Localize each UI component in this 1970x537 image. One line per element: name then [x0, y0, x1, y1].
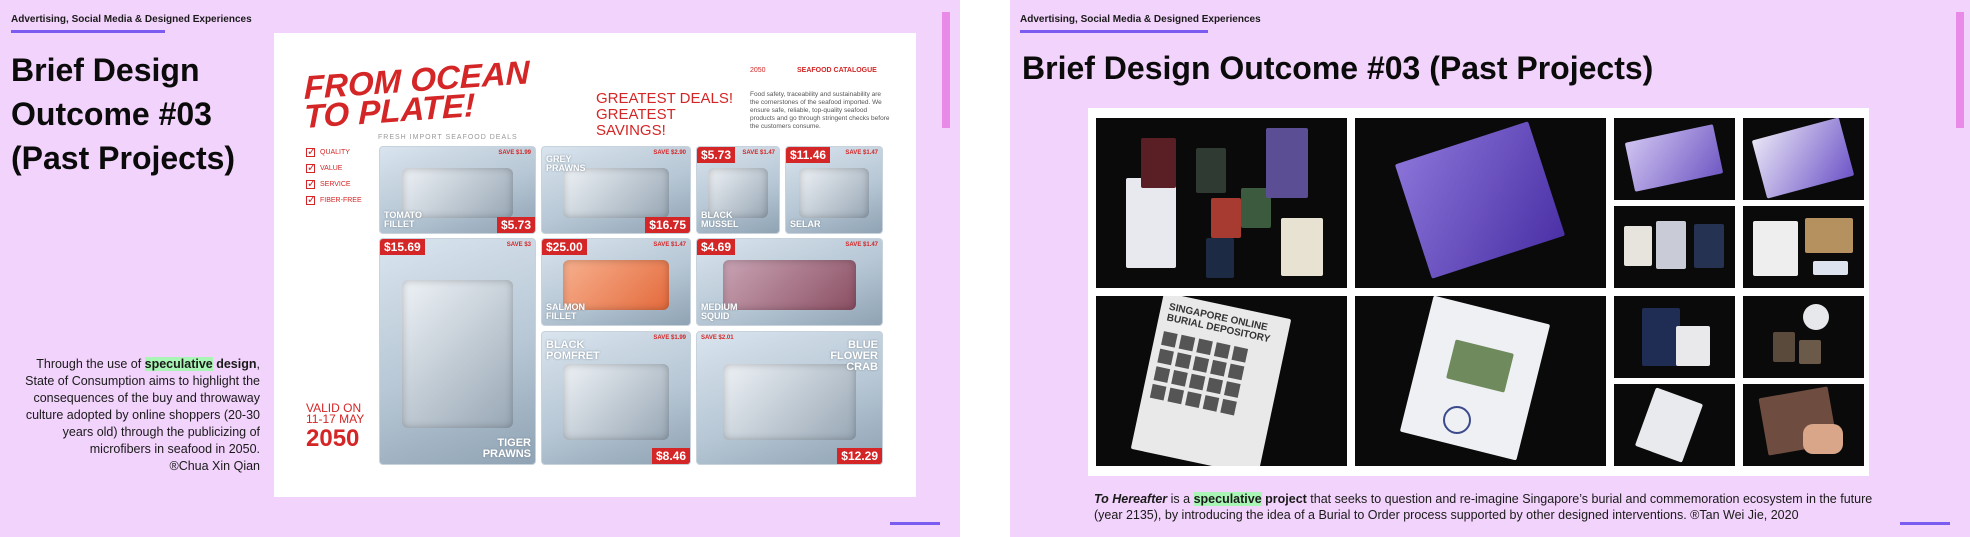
gallery-photo [1355, 296, 1606, 466]
page-indicator [1900, 522, 1950, 525]
save-label: SAVE $1.99 [498, 150, 531, 156]
gallery-photo [1743, 384, 1864, 466]
section-header: Advertising, Social Media & Designed Exp… [11, 14, 252, 25]
checklist-item: QUALITY [306, 145, 362, 158]
product-name: SALMON FILLET [546, 302, 585, 321]
catalogue-code: 2050 [750, 67, 766, 74]
product-name: BLUE FLOWER CRAB [830, 339, 878, 373]
product-tile: SAVE $2.90 GREY PRAWNS $16.75 [541, 146, 691, 234]
price-tag: $4.69 [697, 239, 736, 255]
checklist-item: FIBER-FREE [306, 193, 362, 206]
slide-title: Brief Design Outcome #03 (Past Projects) [11, 52, 236, 176]
caption-credit: ®Chua Xin Qian [169, 459, 260, 473]
product-tile: $5.73 SAVE $1.47 BLACK MUSSEL [696, 146, 780, 234]
product-name: MEDIUM SQUID [701, 302, 738, 321]
check-icon [306, 145, 316, 158]
header-underline [1020, 30, 1208, 33]
gallery-photo [1614, 384, 1735, 466]
product-name: TIGER PRAWNS [482, 437, 531, 460]
price-tag: $15.69 [380, 239, 425, 255]
gallery-photo [1614, 206, 1735, 288]
product-name: BLACK MUSSEL [701, 210, 739, 229]
price-tag: $12.29 [837, 448, 882, 464]
accent-bar [1956, 12, 1964, 128]
gallery-photo [1096, 118, 1347, 288]
price-tag: $5.73 [496, 217, 535, 233]
caption-text: Through the use of [36, 357, 145, 371]
caption-bold: design [216, 357, 257, 371]
project-caption: To Hereafter is a speculative project th… [1094, 491, 1874, 523]
poster-burial-depository: SINGAPORE ONLINE BURIAL DEPOSITORY [1130, 296, 1292, 466]
section-header: Advertising, Social Media & Designed Exp… [1020, 14, 1261, 25]
caption-text: is a [1167, 492, 1194, 506]
save-label: SAVE $1.47 [845, 150, 878, 156]
check-icon [306, 177, 316, 190]
product-name: SELAR [790, 219, 821, 229]
gallery-photo [1743, 296, 1864, 378]
project-title: To Hereafter [1094, 492, 1168, 506]
price-tag: $8.46 [651, 448, 690, 464]
gallery-photo [1614, 296, 1735, 378]
slide-title: Brief Design Outcome #03 (Past Projects) [1022, 50, 1654, 86]
product-tile: $15.69 SAVE $3 TIGER PRAWNS [379, 238, 536, 465]
project-photo-gallery: SINGAPORE ONLINE BURIAL DEPOSITORY [1088, 108, 1869, 476]
product-tile: $4.69 SAVE $1.47 MEDIUM SQUID [696, 238, 883, 326]
catalogue-checklist: QUALITY VALUE SERVICE FIBER-FREE [306, 145, 362, 210]
price-tag: $16.75 [645, 217, 690, 233]
check-icon [306, 193, 316, 206]
product-tile: SAVE $1.99 BLACK POMFRET $8.46 [541, 331, 691, 465]
product-tile: $25.00 SAVE $1.47 SALMON FILLET [541, 238, 691, 326]
price-tag: $5.73 [697, 147, 736, 163]
product-name: GREY PRAWNS [546, 154, 586, 173]
save-label: SAVE $1.47 [742, 150, 775, 156]
presentation-spread: Advertising, Social Media & Designed Exp… [0, 0, 1970, 537]
gallery-photo [1614, 118, 1735, 200]
project-caption: Through the use of speculative design, S… [20, 356, 260, 475]
check-icon [306, 161, 316, 174]
product-tile: $11.46 SAVE $1.47 SELAR [785, 146, 883, 234]
catalogue-label: SEAFOOD CATALOGUE [797, 67, 877, 74]
save-label: SAVE $2.90 [653, 150, 686, 156]
product-tile: SAVE $1.99 TOMATO FILLET $5.73 [379, 146, 536, 234]
catalogue-deals: GREATEST DEALS! GREATEST SAVINGS! [596, 90, 733, 139]
save-label: SAVE $1.47 [845, 242, 878, 248]
gallery-photo [1355, 118, 1606, 288]
header-underline [11, 30, 165, 33]
price-tag: $11.46 [786, 147, 831, 163]
product-name: TOMATO FILLET [384, 210, 422, 229]
page-indicator [890, 522, 940, 525]
caption-bold: project [1261, 492, 1307, 506]
checklist-item: SERVICE [306, 177, 362, 190]
save-label: SAVE $1.99 [653, 335, 686, 341]
product-name: BLACK POMFRET [546, 339, 600, 362]
seafood-catalogue-image: FROM OCEAN TO PLATE! FRESH IMPORT SEAFOO… [274, 33, 916, 497]
validity-text: VALID ON 11-17 MAY [306, 401, 365, 426]
validity-year: 2050 [306, 425, 360, 452]
price-tag: $25.00 [542, 239, 587, 255]
save-label: SAVE $3 [506, 242, 531, 248]
catalogue-subhead: FRESH IMPORT SEAFOOD DEALS [378, 134, 518, 141]
slide-left: Advertising, Social Media & Designed Exp… [0, 0, 960, 537]
highlight-term: speculative [1193, 492, 1262, 506]
gallery-photo [1743, 118, 1864, 200]
save-label: SAVE $2.01 [701, 335, 734, 341]
save-label: SAVE $1.47 [653, 242, 686, 248]
slide-right: Advertising, Social Media & Designed Exp… [1010, 0, 1970, 537]
product-tile: SAVE $2.01 BLUE FLOWER CRAB $12.29 [696, 331, 883, 465]
catalogue-info: Food safety, traceability and sustainabi… [750, 91, 890, 130]
catalogue-headline: FROM OCEAN TO PLATE! [304, 53, 530, 136]
caption-text: , State of Consumption aims to highlight… [25, 357, 260, 456]
highlight-term: speculative [144, 357, 213, 371]
accent-bar [942, 12, 950, 128]
checklist-item: VALUE [306, 161, 362, 174]
gallery-photo [1743, 206, 1864, 288]
gallery-photo: SINGAPORE ONLINE BURIAL DEPOSITORY [1096, 296, 1347, 466]
